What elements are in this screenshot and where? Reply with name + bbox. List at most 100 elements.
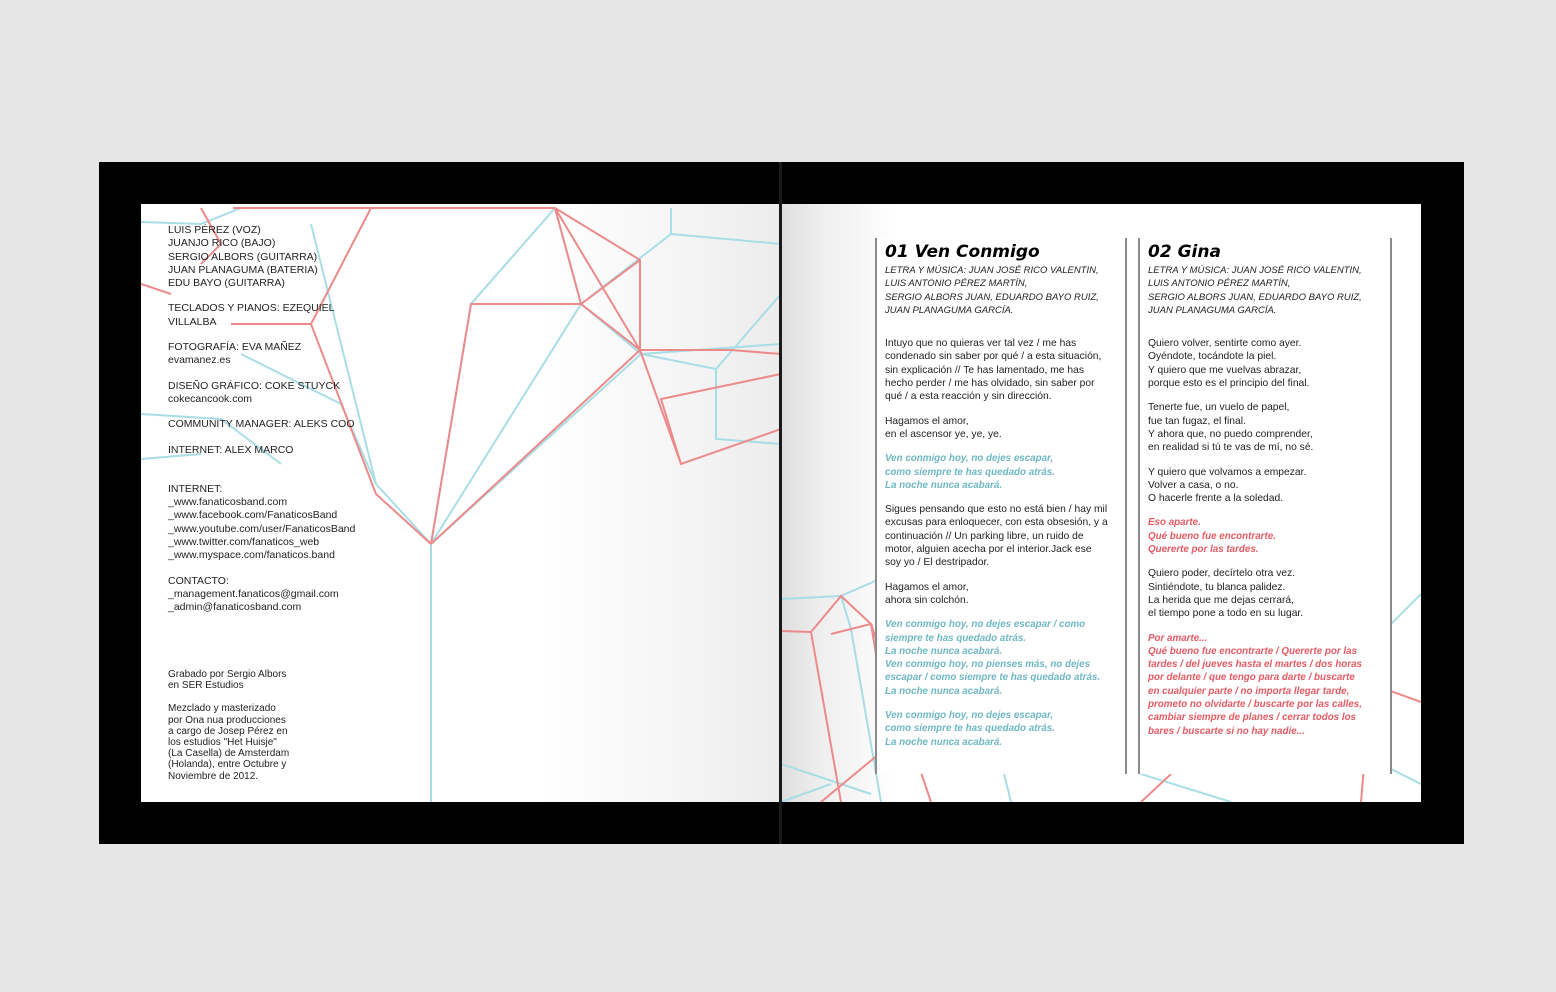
web-link[interactable]: _www.youtube.com/user/FanaticosBand <box>168 523 388 536</box>
keys-credit: TECLADOS Y PIANOS: EZEQUIEL VILLALBA <box>168 302 388 329</box>
lyric-line: O hacerle frente a la soledad. <box>1148 493 1284 505</box>
lyric-line: Sigues pensando que esto no está bien / … <box>885 504 1108 516</box>
song-column-2: 02 Gina LETRA Y MÚSICA: JUAN JOSÉ RICO V… <box>1138 238 1392 774</box>
lyric-line: Qué bueno fue encontrarte. <box>1148 530 1276 542</box>
web-link[interactable]: _www.myspace.com/fanaticos.band <box>168 549 388 562</box>
lyric-line: bares / buscarte si no hay nadie... <box>1148 725 1305 737</box>
lyric-line: fue tan fugaz, el final. <box>1148 415 1246 427</box>
note-line: los estudios "Het Huisje" <box>168 737 277 749</box>
lyric-line: excusas para enloquecer, con esta obsesi… <box>885 517 1108 529</box>
lyric-line: soy yo / El destripador. <box>885 557 990 569</box>
lyric-line: qué / a esta reacción y sin dirección. <box>885 391 1052 403</box>
note-line: Mezclado y masterizado <box>168 703 276 715</box>
lyric-line: en cualquier parte / no importa llegar t… <box>1148 685 1350 697</box>
lyric-line: hecho perder / me has olvidado, sin sabe… <box>885 378 1095 390</box>
credit-link[interactable]: evamanez.es <box>168 354 388 367</box>
credit-line: COMMUNITY MANAGER: ALEKS COO <box>168 418 355 431</box>
lyric-line: sin explicación // Te has lamentado, me … <box>885 364 1084 376</box>
lyric-line: La noche nunca acabará. <box>885 479 1003 491</box>
verse: Intuyo que no quieras ver tal vez / me h… <box>885 337 1125 403</box>
lyric-line: como siempre te has quedado atrás. <box>885 466 1055 478</box>
credit-line: VILLALBA <box>168 315 217 328</box>
lyric-line: continuación // Un parking libre, un rui… <box>885 530 1084 542</box>
lyric-line: prometo no olvidarte / buscarte por las … <box>1148 699 1362 711</box>
web-link[interactable]: _www.facebook.com/FanaticosBand <box>168 509 388 522</box>
song-credits: LETRA Y MÚSICA: JUAN JOSÉ RICO VALENTIN,… <box>1148 264 1390 317</box>
lyric-line: Y quiero que volvamos a empezar. <box>1148 466 1307 478</box>
lyric-line: motor, alguien acecha por el interior.Ja… <box>885 544 1092 556</box>
credits-page: LUIS PÉREZ (VOZ) JUANJO RICO (BAJO) SERG… <box>141 204 781 802</box>
web-link[interactable]: _www.fanaticosband.com <box>168 496 388 509</box>
section-heading: CONTACTO: <box>168 574 229 587</box>
section-heading: INTERNET: <box>168 482 223 495</box>
song-column-1: 01 Ven Conmigo LETRA Y MÚSICA: JUAN JOSÉ… <box>875 238 1127 774</box>
lyric-line: Quererte por las tardes. <box>1148 544 1259 556</box>
credit-line: SERGIO ALBORS (GUITARRA) <box>168 250 318 263</box>
verse: Quiero poder, decírtelo otra vez. Sintié… <box>1148 567 1390 620</box>
email-link[interactable]: _management.fanaticos@gmail.com <box>168 588 388 601</box>
lyric-line: cambiar siempre de planes / cerrar todos… <box>1148 712 1356 724</box>
lyric-line: siempre te has quedado atrás. <box>885 632 1027 644</box>
lyric-line: Tenerte fue, un vuelo de papel, <box>1148 402 1290 414</box>
credit-line: TECLADOS Y PIANOS: EZEQUIEL <box>168 302 335 315</box>
lyric-line: La noche nunca acabará. <box>885 736 1003 748</box>
web-link[interactable]: _www.twitter.com/fanaticos_web <box>168 536 388 549</box>
lyric-line: Oyéndote, tocándote la piel. <box>1148 351 1277 363</box>
credits-list: LUIS PÉREZ (VOZ) JUANJO RICO (BAJO) SERG… <box>168 224 388 627</box>
lyric-line: tardes / del jueves hasta el martes / do… <box>1148 659 1362 671</box>
chorus: Ven conmigo hoy, no dejes escapar / como… <box>885 618 1125 698</box>
lyric-line: Eso aparte. <box>1148 517 1201 529</box>
note-line: Grabado por Sergio Albors <box>168 669 287 680</box>
credit-line: JUANJO RICO (BAJO) <box>168 237 276 250</box>
credit-line: INTERNET: ALEX MARCO <box>168 443 294 456</box>
credit-line: FOTOGRAFÍA: EVA MAÑEZ <box>168 341 302 354</box>
credit-line: SERGIO ALBORS JUAN, EDUARDO BAYO RUIZ, <box>1148 291 1362 303</box>
lyric-line: La noche nunca acabará. <box>885 645 1003 657</box>
lyric-line: ahora sin colchón. <box>885 594 969 606</box>
verse: Hagamos el amor, ahora sin colchón. <box>885 581 1125 608</box>
lyric-line: Quiero poder, decírtelo otra vez. <box>1148 568 1296 580</box>
lyric-line: Por amarte... <box>1148 632 1208 644</box>
credit-line: LETRA Y MÚSICA: JUAN JOSÉ RICO VALENTIN, <box>885 265 1099 276</box>
credit-line: LUIS ANTONIO PÉREZ MARTÍN, <box>885 278 1028 290</box>
lyric-line: Qué bueno fue encontrarte / Quererte por… <box>1148 645 1358 657</box>
lyric-line: como siempre te has quedado atrás. <box>885 723 1055 735</box>
lyric-line: por delante / que tengo para darte / bus… <box>1148 672 1355 684</box>
verse: Y quiero que volvamos a empezar. Volver … <box>1148 466 1390 506</box>
chorus: Eso aparte. Qué bueno fue encontrarte. Q… <box>1148 516 1390 556</box>
lyric-line: Ven conmigo hoy, no pienses más, no deje… <box>885 659 1091 671</box>
credit-line: JUAN PLANAGUMA (BATERIA) <box>168 263 318 276</box>
chorus: Por amarte... Qué bueno fue encontrarte … <box>1148 632 1390 738</box>
email-link[interactable]: _admin@fanaticosband.com <box>168 601 388 614</box>
lyric-line: La herida que me dejas cerrará, <box>1148 594 1294 606</box>
note-line: en SER Estudios <box>168 680 244 692</box>
lyrics-page: 01 Ven Conmigo LETRA Y MÚSICA: JUAN JOSÉ… <box>781 204 1421 802</box>
note-line: por Ona nua producciones <box>168 714 286 726</box>
lyric-line: Hagamos el amor, <box>885 415 969 427</box>
lyric-line: Ven conmigo hoy, no dejes escapar / como <box>885 619 1086 631</box>
song-credits: LETRA Y MÚSICA: JUAN JOSÉ RICO VALENTIN,… <box>885 264 1125 317</box>
lyric-line: porque esto es el principio del final. <box>1148 378 1310 390</box>
recorded-by: Grabado por Sergio Albors en SER Estudio… <box>168 669 318 691</box>
lyric-line: Hagamos el amor, <box>885 581 969 593</box>
verse: Sigues pensando que esto no está bien / … <box>885 503 1125 569</box>
note-line: Noviembre de 2012. <box>168 770 259 782</box>
credit-line: LUIS ANTONIO PÉREZ MARTÍN, <box>1148 278 1291 290</box>
song-title: 01 Ven Conmigo <box>885 242 1040 262</box>
note-line: a cargo de Josep Pérez en <box>168 725 288 737</box>
lyric-line: Quiero volver, sentirte como ayer. <box>1148 338 1302 350</box>
credit-link[interactable]: cokecancook.com <box>168 393 388 406</box>
chorus: Ven conmigo hoy, no dejes escapar, como … <box>885 709 1125 749</box>
lyric-line: Ven conmigo hoy, no dejes escapar, <box>885 710 1054 722</box>
note-line: (La Casella) de Amsterdam <box>168 748 290 760</box>
lyric-line: Y quiero que me vuelvas abrazar, <box>1148 364 1302 376</box>
lyric-line: Intuyo que no quieras ver tal vez / me h… <box>885 338 1077 350</box>
lyric-line: escapar / como siempre te has quedado at… <box>885 672 1101 684</box>
lyric-line: en el ascensor ye, ye, ye. <box>885 428 1002 440</box>
credit-line: LETRA Y MÚSICA: JUAN JOSÉ RICO VALENTIN, <box>1148 265 1362 276</box>
design-credit: DISEÑO GRÁFICO: COKE STUYCK cokecancook.… <box>168 380 388 407</box>
lyric-line: Volver a casa, o no. <box>1148 479 1239 491</box>
verse: Quiero volver, sentirte como ayer. Oyénd… <box>1148 337 1390 390</box>
lyric-line: condenado sin saber por qué / a esta sit… <box>885 351 1102 363</box>
mixed-by: Mezclado y masterizado por Ona nua produ… <box>168 703 318 781</box>
